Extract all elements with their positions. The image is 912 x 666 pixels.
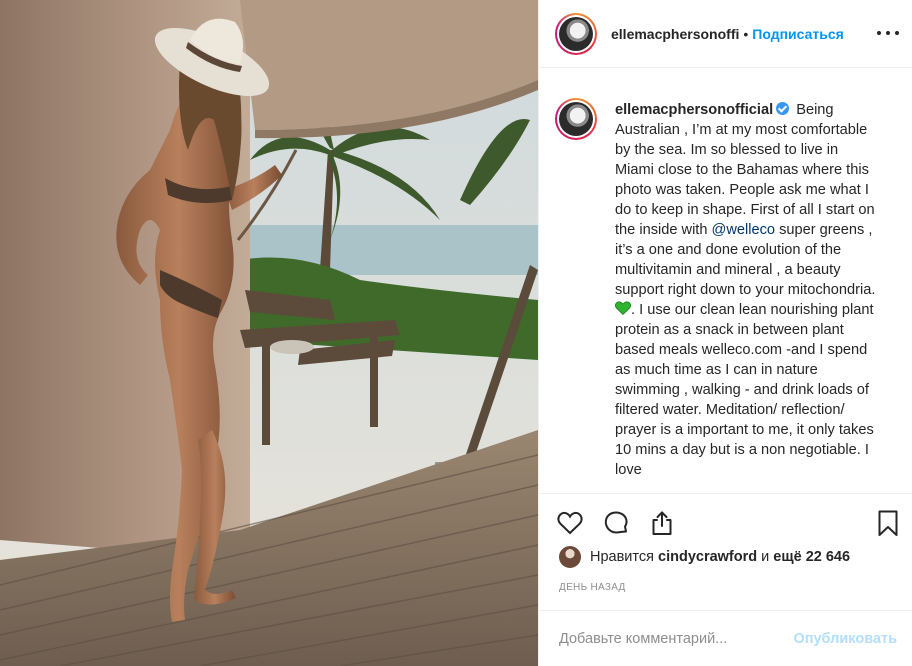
verified-badge-icon bbox=[776, 102, 790, 115]
comment-icon[interactable] bbox=[601, 508, 631, 538]
post-header: ellemacphersonoffi • Подписаться bbox=[539, 0, 912, 68]
share-icon[interactable] bbox=[647, 508, 677, 538]
avatar-image bbox=[559, 102, 593, 136]
mention-link[interactable]: @welleco bbox=[712, 222, 775, 238]
green-heart-icon bbox=[615, 301, 631, 315]
avatar-frame bbox=[557, 100, 595, 138]
post-actions: Нравится cindycrawford и ещё 22 646 день… bbox=[539, 493, 912, 593]
post-photo-illustration bbox=[0, 0, 538, 666]
avatar-image bbox=[559, 16, 593, 51]
likes-prefix: Нравится bbox=[590, 549, 654, 565]
header-username[interactable]: ellemacphersonoffi bbox=[611, 26, 739, 42]
post-side-panel: ellemacphersonoffi • Подписаться ellemac… bbox=[538, 0, 912, 666]
caption-body-1: Being Australian , I’m at my most comfor… bbox=[615, 102, 875, 238]
likes-conj: и bbox=[761, 549, 770, 565]
caption-avatar[interactable] bbox=[555, 98, 597, 140]
avatar[interactable] bbox=[555, 12, 597, 55]
post-caption: ellemacphersonofficial Being Australian … bbox=[539, 86, 912, 490]
likes-count[interactable]: ещё 22 646 bbox=[773, 549, 850, 565]
avatar-frame bbox=[557, 14, 595, 53]
action-icons-row bbox=[539, 494, 912, 552]
caption-text: ellemacphersonofficial Being Australian … bbox=[615, 100, 877, 490]
caption-username[interactable]: ellemacphersonofficial bbox=[615, 102, 773, 118]
liker-avatar[interactable] bbox=[559, 546, 581, 568]
comment-form: Опубликовать bbox=[539, 610, 912, 666]
liker-username[interactable]: cindycrawford bbox=[658, 549, 757, 565]
caption-body-3: . I use our clean lean nourishing plant … bbox=[615, 302, 874, 478]
more-dot bbox=[895, 31, 899, 35]
follow-button[interactable]: Подписаться bbox=[752, 26, 844, 42]
more-dot bbox=[886, 31, 890, 35]
comment-input[interactable] bbox=[559, 630, 779, 647]
post-timestamp[interactable]: день назад bbox=[559, 582, 626, 593]
more-dot bbox=[877, 31, 881, 35]
header-separator: • bbox=[743, 25, 749, 42]
publish-comment-button[interactable]: Опубликовать bbox=[793, 631, 897, 647]
post-photo[interactable] bbox=[0, 0, 538, 666]
more-options-icon[interactable] bbox=[877, 22, 899, 44]
heart-icon[interactable] bbox=[555, 508, 585, 538]
likes-summary: Нравится cindycrawford и ещё 22 646 bbox=[559, 546, 850, 568]
bookmark-icon[interactable] bbox=[873, 508, 903, 538]
